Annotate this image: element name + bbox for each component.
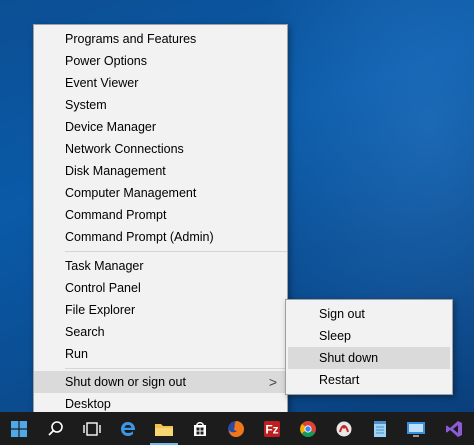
store-icon[interactable]: [182, 412, 218, 445]
menu-item-label: Shut down or sign out: [65, 375, 186, 389]
menu-item-computer-management[interactable]: Computer Management: [34, 182, 287, 204]
edge-icon[interactable]: [110, 412, 146, 445]
firefox-icon[interactable]: [218, 412, 254, 445]
menu-item-control-panel[interactable]: Control Panel: [34, 277, 287, 299]
windows-start-icon[interactable]: [0, 412, 38, 445]
chevron-right-icon: >: [268, 374, 277, 390]
menu-separator: [65, 251, 287, 252]
submenu-item-shut-down[interactable]: Shut down: [288, 347, 450, 369]
menu-item-shut-down-or-sign-out[interactable]: Shut down or sign out >: [34, 371, 287, 393]
menu-item-command-prompt[interactable]: Command Prompt: [34, 204, 287, 226]
submenu-item-restart[interactable]: Restart: [288, 369, 450, 391]
remote-desktop-icon[interactable]: [398, 412, 434, 445]
visual-studio-icon[interactable]: [434, 412, 474, 445]
menu-item-device-manager[interactable]: Device Manager: [34, 116, 287, 138]
task-view-icon[interactable]: [74, 412, 110, 445]
filezilla-icon[interactable]: Fz: [254, 412, 290, 445]
menu-item-command-prompt-admin[interactable]: Command Prompt (Admin): [34, 226, 287, 248]
power-user-menu: Programs and Features Power Options Even…: [33, 24, 288, 418]
menu-item-power-options[interactable]: Power Options: [34, 50, 287, 72]
search-icon[interactable]: [38, 412, 74, 445]
shut-down-submenu: Sign out Sleep Shut down Restart: [285, 299, 453, 395]
menu-item-search[interactable]: Search: [34, 321, 287, 343]
menu-item-file-explorer[interactable]: File Explorer: [34, 299, 287, 321]
pdf-tool-icon[interactable]: [326, 412, 362, 445]
taskbar: Fz: [0, 412, 474, 445]
file-explorer-icon[interactable]: [146, 412, 182, 445]
menu-separator: [65, 368, 287, 369]
menu-item-run[interactable]: Run: [34, 343, 287, 365]
menu-item-disk-management[interactable]: Disk Management: [34, 160, 287, 182]
submenu-item-sign-out[interactable]: Sign out: [288, 303, 450, 325]
menu-item-event-viewer[interactable]: Event Viewer: [34, 72, 287, 94]
menu-item-network-connections[interactable]: Network Connections: [34, 138, 287, 160]
submenu-item-sleep[interactable]: Sleep: [288, 325, 450, 347]
menu-item-system[interactable]: System: [34, 94, 287, 116]
menu-item-task-manager[interactable]: Task Manager: [34, 255, 287, 277]
notepad-icon[interactable]: [362, 412, 398, 445]
svg-text:Fz: Fz: [265, 422, 278, 436]
chrome-icon[interactable]: [290, 412, 326, 445]
menu-item-programs-and-features[interactable]: Programs and Features: [34, 28, 287, 50]
